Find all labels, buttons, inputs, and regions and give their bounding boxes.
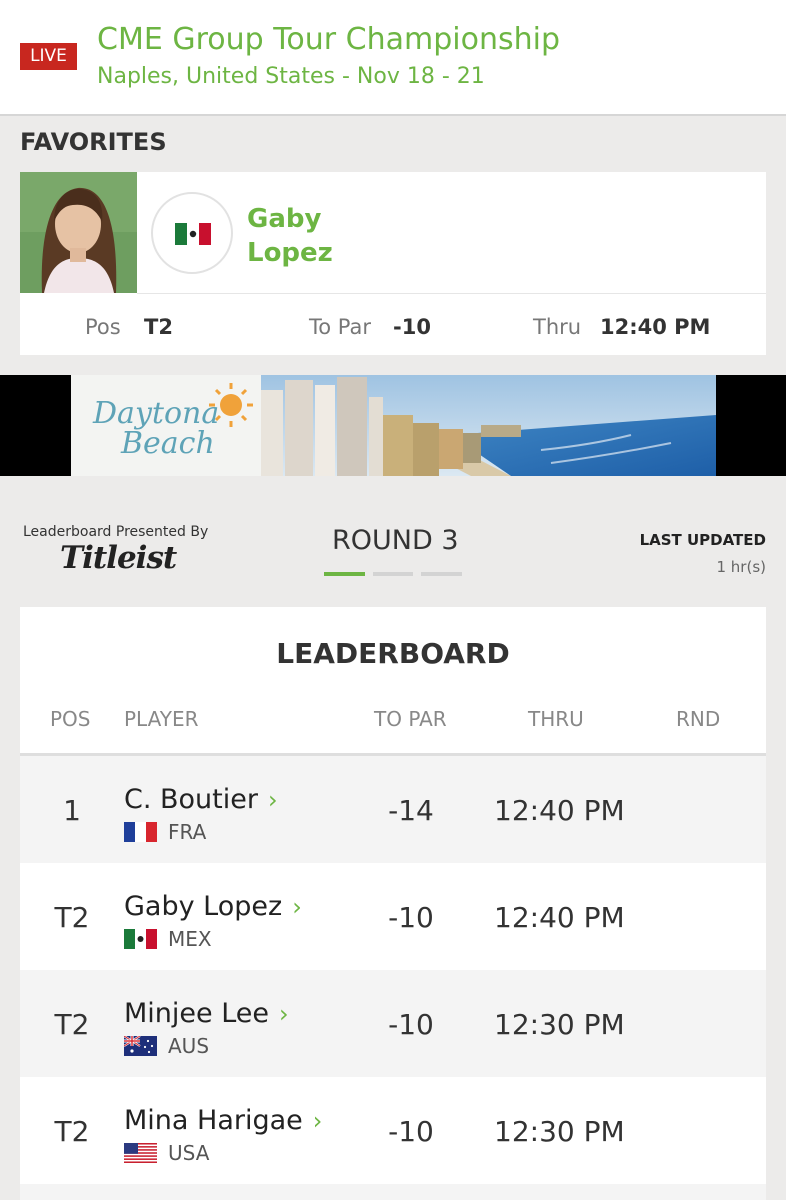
row-to-par: -10 (388, 1008, 434, 1041)
favorite-player-card[interactable]: Gaby Lopez Pos T2 To Par -10 Thru 12:40 … (20, 172, 766, 355)
row-player-name[interactable]: Minjee Lee › (124, 998, 289, 1029)
table-row[interactable]: 1 C. Boutier › FRA -14 12:40 PM (20, 756, 766, 863)
row-pos: T2 (54, 901, 90, 934)
usa-flag-icon (124, 1143, 157, 1163)
column-header-to-par[interactable]: TO PAR (374, 707, 447, 731)
france-flag-icon (124, 822, 157, 842)
player-flag-badge (151, 192, 233, 274)
row-player-name[interactable]: Mina Harigae › (124, 1105, 322, 1136)
to-par-value: -10 (393, 315, 431, 339)
row-country: MEX (168, 927, 212, 951)
row-player-label: Minjee Lee (124, 998, 270, 1029)
chevron-right-icon: › (292, 893, 302, 921)
row-thru: 12:30 PM (494, 1008, 625, 1041)
sponsor-presented-by: Leaderboard Presented By (23, 524, 209, 540)
favorites-heading: FAVORITES (20, 128, 167, 156)
row-thru: 12:40 PM (494, 901, 625, 934)
row-pos: 1 (63, 794, 81, 827)
thru-value: 12:40 PM (600, 315, 711, 339)
row-thru: 12:40 PM (494, 794, 625, 827)
mexico-flag-icon (175, 223, 211, 245)
pos-value: T2 (144, 315, 173, 339)
round-tab-2[interactable] (373, 572, 413, 576)
thru-label: Thru (533, 315, 582, 339)
round-tab-3[interactable] (421, 572, 462, 576)
live-badge: LIVE (20, 43, 77, 70)
australia-flag-icon (124, 1036, 157, 1056)
row-to-par: -10 (388, 901, 434, 934)
last-updated-label: LAST UPDATED (639, 531, 766, 549)
pos-label: Pos (85, 315, 121, 339)
round-label[interactable]: ROUND 3 (332, 525, 459, 556)
titleist-logo: Titleist (60, 540, 177, 576)
event-subtitle: Naples, United States - Nov 18 - 21 (97, 64, 485, 89)
row-player-label: C. Boutier (124, 784, 258, 815)
row-player-name[interactable]: Gaby Lopez › (124, 891, 302, 922)
row-country: USA (168, 1141, 210, 1165)
table-row[interactable]: T2 Mina Harigae › USA -10 12:30 PM (20, 1077, 766, 1184)
column-header-pos[interactable]: POS (50, 707, 91, 731)
mexico-flag-icon (124, 929, 157, 949)
column-header-player[interactable]: PLAYER (124, 707, 199, 731)
round-tab-1[interactable] (324, 572, 365, 576)
favorite-player-first: Gaby (247, 204, 322, 234)
event-header: LIVE CME Group Tour Championship Naples,… (0, 0, 786, 116)
last-updated-value: 1 hr(s) (716, 558, 766, 576)
column-header-rnd[interactable]: RND (676, 707, 720, 731)
player-photo (20, 172, 137, 293)
table-row[interactable]: T2 Minjee Lee › AUS -10 12:30 PM (20, 970, 766, 1077)
row-country: AUS (168, 1034, 210, 1058)
ad-banner[interactable]: Daytona Beach (0, 375, 786, 476)
daytona-beach-ad[interactable]: Daytona Beach (71, 375, 716, 476)
table-row-partial (20, 1184, 766, 1200)
row-to-par: -10 (388, 1115, 434, 1148)
row-pos: T2 (54, 1008, 90, 1041)
chevron-right-icon: › (279, 1000, 289, 1028)
leaderboard-title: LEADERBOARD (276, 637, 510, 670)
row-player-name[interactable]: C. Boutier › (124, 784, 278, 815)
event-title[interactable]: CME Group Tour Championship (97, 22, 560, 57)
column-header-thru[interactable]: THRU (528, 707, 584, 731)
row-player-label: Gaby Lopez (124, 891, 283, 922)
row-pos: T2 (54, 1115, 90, 1148)
row-country: FRA (168, 820, 207, 844)
row-thru: 12:30 PM (494, 1115, 625, 1148)
leaderboard-card: LEADERBOARD POS PLAYER TO PAR THRU RND 1… (20, 607, 766, 1200)
chevron-right-icon: › (312, 1107, 323, 1135)
chevron-right-icon: › (267, 786, 278, 814)
row-player-label: Mina Harigae (124, 1105, 303, 1136)
table-row[interactable]: T2 Gaby Lopez › MEX -10 12:40 PM (20, 863, 766, 970)
divider (137, 293, 766, 294)
row-to-par: -14 (388, 794, 434, 827)
favorite-player-name[interactable]: Gaby Lopez (247, 202, 333, 270)
ad-brand-line2: Beach (120, 426, 215, 461)
to-par-label: To Par (309, 315, 372, 339)
favorite-player-last: Lopez (247, 238, 333, 268)
